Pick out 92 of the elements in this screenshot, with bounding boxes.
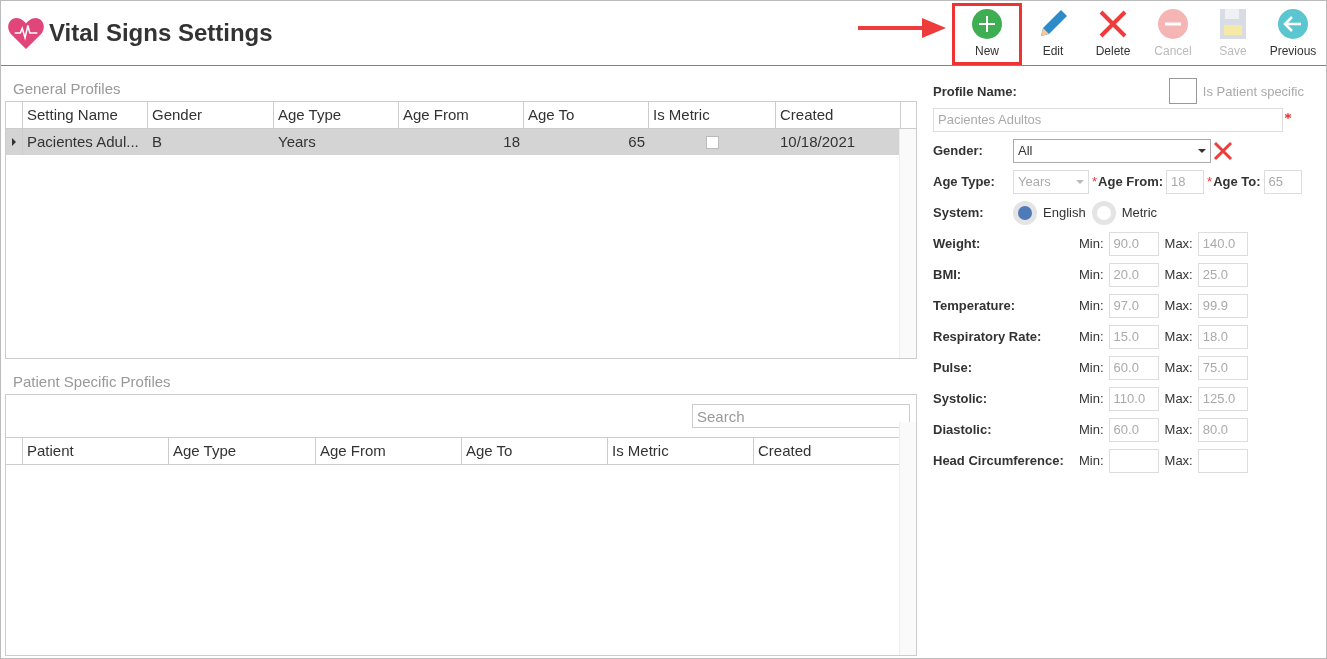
min-field[interactable]: [1108, 448, 1159, 473]
max-label: Max:: [1164, 453, 1193, 468]
column-header[interactable]: Is Metric: [608, 438, 754, 464]
plus-icon: [971, 8, 1003, 40]
scrollbar[interactable]: [899, 422, 916, 655]
max-label: Max:: [1164, 329, 1193, 344]
min-label: Min:: [1079, 267, 1104, 282]
field-label: Age Type:: [933, 174, 996, 189]
checkbox-label: Is Patient specific: [1202, 83, 1304, 99]
table-cell: 65: [628, 133, 645, 150]
field-label: Gender:: [933, 143, 984, 158]
field-label: System:: [933, 205, 985, 220]
metric-checkbox[interactable]: [706, 135, 719, 149]
min-label: Min:: [1079, 329, 1104, 344]
field-label: Head Circumference:: [933, 453, 1065, 468]
column-header[interactable]: Gender: [148, 102, 274, 128]
min-label: Min:: [1079, 391, 1104, 406]
max-label: Max:: [1164, 267, 1193, 282]
required-mark: *: [1092, 174, 1098, 189]
max-field[interactable]: 25.0: [1197, 262, 1248, 287]
radio-button[interactable]: [1013, 200, 1037, 225]
delete-button[interactable]: Delete: [1084, 3, 1142, 65]
new-button[interactable]: New: [952, 3, 1022, 65]
field-label: Weight:: [933, 236, 982, 251]
min-field[interactable]: 60.0: [1108, 355, 1159, 380]
min-field[interactable]: 60.0: [1108, 417, 1159, 442]
max-field[interactable]: 80.0: [1197, 417, 1248, 442]
column-header[interactable]: Age From: [399, 102, 524, 128]
min-field[interactable]: 90.0: [1108, 231, 1159, 256]
minus-circle-icon: [1157, 8, 1189, 40]
min-label: Min:: [1079, 360, 1104, 375]
column-header[interactable]: Age Type: [169, 438, 316, 464]
column-header[interactable]: Setting Name: [23, 102, 148, 128]
max-label: Max:: [1164, 422, 1193, 437]
max-label: Max:: [1164, 391, 1193, 406]
column-header[interactable]: Created: [776, 102, 901, 128]
max-field[interactable]: 75.0: [1197, 355, 1248, 380]
column-header[interactable]: Age To: [524, 102, 649, 128]
column-header[interactable]: Is Metric: [649, 102, 776, 128]
field-label: Diastolic:: [933, 422, 993, 437]
field-label: Age To:: [1213, 174, 1261, 189]
max-field[interactable]: 125.0: [1197, 386, 1248, 411]
field-label: Profile Name:: [933, 83, 1017, 99]
table-cell: B: [152, 133, 162, 150]
max-field[interactable]: [1197, 448, 1248, 473]
column-header[interactable]: Age To: [462, 438, 608, 464]
window-title: Vital Signs Settings: [49, 19, 273, 47]
caret-icon: [1076, 179, 1084, 184]
field-label: Systolic:: [933, 391, 989, 406]
clear-icon[interactable]: [1213, 140, 1233, 161]
table-cell: Years: [278, 133, 316, 150]
radio-label: English: [1043, 205, 1086, 220]
column-header[interactable]: Age Type: [274, 102, 399, 128]
min-field[interactable]: 110.0: [1108, 386, 1159, 411]
min-field[interactable]: 97.0: [1108, 293, 1159, 318]
required-mark: *: [1207, 174, 1213, 189]
min-label: Min:: [1079, 422, 1104, 437]
field-label: BMI:: [933, 267, 963, 282]
table-cell: 10/18/2021: [780, 133, 856, 150]
max-field[interactable]: 99.9: [1197, 293, 1248, 318]
table-cell: 18: [503, 133, 520, 150]
min-label: Min:: [1079, 298, 1104, 313]
field-label: Age From:: [1098, 174, 1164, 189]
field-label: Temperature:: [933, 298, 1017, 313]
heart-pulse-icon: [7, 16, 45, 50]
max-label: Max:: [1164, 298, 1193, 313]
field-label: Respiratory Rate:: [933, 329, 1043, 344]
gender-dropdown[interactable]: All: [1013, 138, 1211, 163]
edit-button[interactable]: Edit: [1024, 3, 1082, 65]
column-header[interactable]: Patient: [23, 438, 169, 464]
scrollbar[interactable]: [899, 129, 916, 358]
field-label: Pulse:: [933, 360, 973, 375]
section-title: Patient Specific Profiles: [12, 372, 172, 392]
search-field[interactable]: Search: [692, 404, 910, 428]
min-field[interactable]: 15.0: [1108, 324, 1159, 349]
min-field[interactable]: 20.0: [1108, 262, 1159, 287]
section-title: General Profiles: [12, 79, 122, 99]
patient-specific-checkbox[interactable]: [1168, 78, 1197, 104]
max-label: Max:: [1164, 236, 1193, 251]
table-cell: Pacientes Adul...: [27, 133, 139, 150]
row-pointer-icon: [12, 138, 16, 146]
max-label: Max:: [1164, 360, 1193, 375]
column-header[interactable]: Age From: [316, 438, 462, 464]
min-label: Min:: [1079, 453, 1104, 468]
min-label: Min:: [1079, 236, 1104, 251]
close-icon: [1097, 8, 1129, 40]
max-field[interactable]: 18.0: [1197, 324, 1248, 349]
caret-icon: [1198, 148, 1206, 153]
radio-button[interactable]: [1091, 200, 1116, 225]
max-field[interactable]: 140.0: [1197, 231, 1248, 256]
radio-label: Metric: [1121, 205, 1158, 220]
previous-button[interactable]: Previous: [1264, 3, 1322, 65]
